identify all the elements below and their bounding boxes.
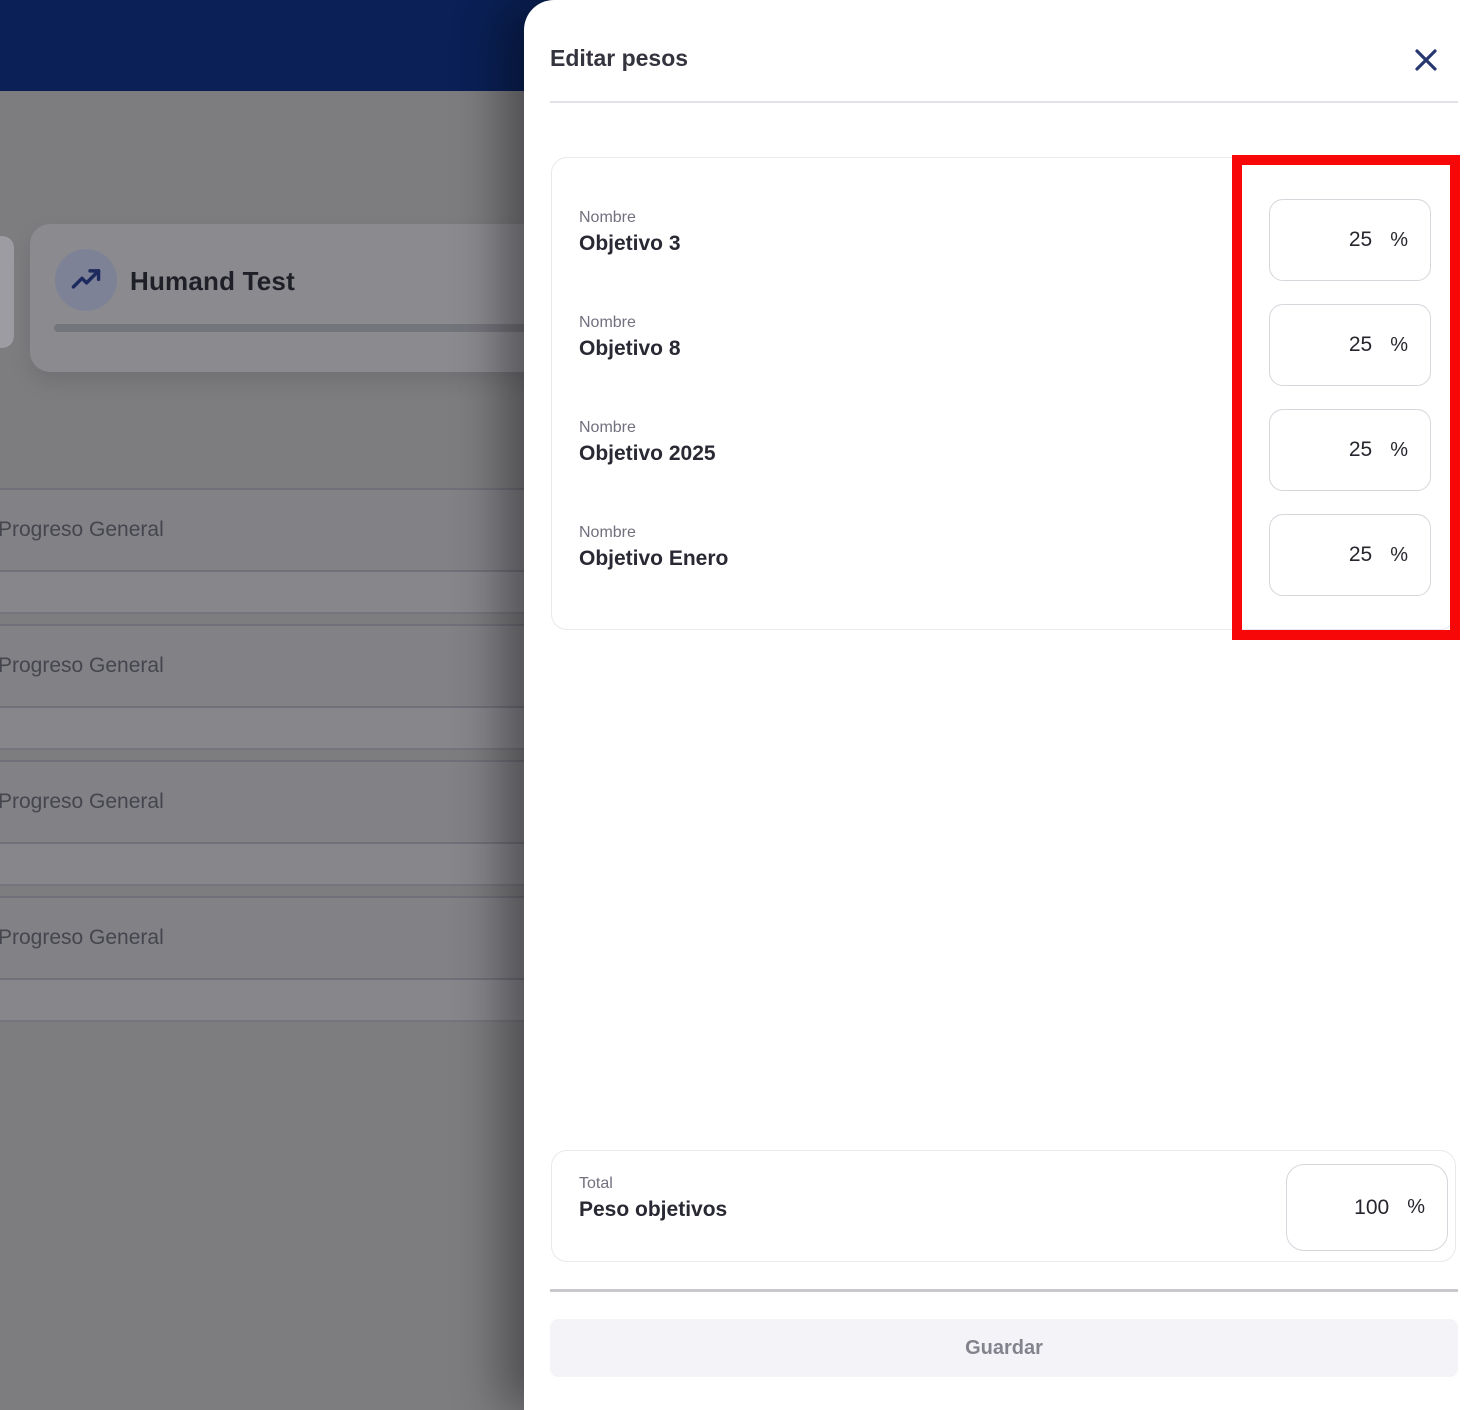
progress-bar-row	[0, 706, 575, 750]
progress-bar-row	[0, 842, 575, 886]
objective-row: Nombre Objetivo Enero %	[552, 514, 1455, 619]
total-input-box: %	[1286, 1164, 1448, 1251]
progress-bar-row	[0, 978, 575, 1022]
save-button[interactable]: Guardar	[550, 1319, 1458, 1377]
field-label: Total	[579, 1175, 613, 1192]
progress-row-label: Progreso General	[0, 760, 575, 842]
weight-input[interactable]	[1318, 543, 1373, 567]
progress-row-label: Progreso General	[0, 488, 575, 570]
objective-name: Objetivo 8	[579, 337, 681, 360]
field-label: Nombre	[579, 419, 636, 436]
total-name: Peso objetivos	[579, 1198, 728, 1221]
weight-input-box: %	[1269, 409, 1431, 491]
footer-divider	[550, 1289, 1458, 1292]
weight-input-box: %	[1269, 304, 1431, 386]
objective-name: Objetivo 3	[579, 232, 681, 255]
objective-summary-card: Humand Test	[30, 224, 576, 372]
percent-unit: %	[1390, 543, 1408, 566]
drawer-title: Editar pesos	[550, 45, 689, 71]
weight-input[interactable]	[1318, 438, 1373, 462]
adjacent-card-edge	[0, 236, 14, 348]
edit-weights-drawer: Editar pesos Nombre Objetivo 3 % Nombre …	[524, 0, 1482, 1410]
field-label: Nombre	[579, 524, 636, 541]
objective-row: Nombre Objetivo 3 %	[552, 199, 1455, 304]
close-button[interactable]	[1406, 40, 1446, 80]
objective-row: Nombre Objetivo 8 %	[552, 304, 1455, 409]
progress-bar-row	[0, 570, 575, 614]
objectives-weight-card: Nombre Objetivo 3 % Nombre Objetivo 8 % …	[551, 157, 1456, 630]
progress-row-label: Progreso General	[0, 624, 575, 706]
field-label: Nombre	[579, 314, 636, 331]
objective-name: Objetivo Enero	[579, 547, 729, 570]
total-weight-input[interactable]	[1335, 1195, 1390, 1220]
trending-up-icon	[55, 249, 117, 311]
objective-row: Nombre Objetivo 2025 %	[552, 409, 1455, 514]
header-divider	[550, 101, 1458, 103]
close-icon	[1412, 46, 1440, 74]
weight-input-box: %	[1269, 199, 1431, 281]
progress-row-label: Progreso General	[0, 896, 575, 978]
percent-unit: %	[1390, 438, 1408, 461]
objective-card-title: Humand Test	[130, 266, 295, 296]
total-weight-card: Total Peso objetivos %	[551, 1150, 1456, 1262]
weight-input[interactable]	[1318, 333, 1373, 357]
field-label: Nombre	[579, 209, 636, 226]
progress-bar-track	[54, 324, 576, 332]
weight-input[interactable]	[1318, 228, 1373, 252]
objective-name: Objetivo 2025	[579, 442, 716, 465]
percent-unit: %	[1390, 228, 1408, 251]
weight-input-box: %	[1269, 514, 1431, 596]
percent-unit: %	[1407, 1196, 1425, 1218]
percent-unit: %	[1390, 333, 1408, 356]
